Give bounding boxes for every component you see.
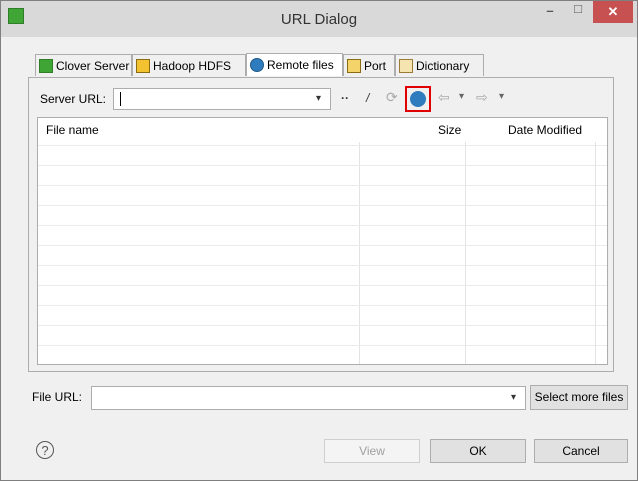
- tab-port[interactable]: Port: [343, 54, 395, 76]
- back-button[interactable]: ⇦: [438, 89, 450, 106]
- refresh-button[interactable]: ⟳: [386, 89, 398, 106]
- tab-label: Dictionary: [416, 58, 470, 73]
- table-row: [38, 225, 607, 226]
- server-url-label: Server URL:: [40, 92, 107, 106]
- close-button[interactable]: ✕: [593, 1, 633, 23]
- tab-label: Hadoop HDFS: [153, 58, 232, 73]
- file-url-label: File URL:: [32, 390, 83, 404]
- table-row: [38, 305, 607, 306]
- tab-label: Port: [364, 58, 387, 73]
- table-row: [38, 265, 607, 266]
- forward-menu-button[interactable]: ▾: [499, 91, 504, 102]
- column-divider: [595, 142, 596, 364]
- parent-dir-button[interactable]: ··: [341, 91, 349, 105]
- table-row: [38, 245, 607, 246]
- select-more-files-button[interactable]: Select more files: [530, 385, 628, 410]
- hdfs-icon: [136, 58, 150, 73]
- server-url-input[interactable]: ▾: [113, 88, 331, 110]
- table-row: [38, 205, 607, 206]
- view-button[interactable]: View: [324, 439, 420, 463]
- column-header-size[interactable]: Size: [438, 118, 461, 142]
- table-row: [38, 285, 607, 286]
- table-row: [38, 145, 607, 146]
- text-cursor: [120, 92, 121, 106]
- table-row: [38, 325, 607, 326]
- maximize-button[interactable]: □: [565, 1, 591, 23]
- title-bar: URL Dialog – □ ✕: [1, 1, 637, 37]
- column-header-file-name[interactable]: File name: [46, 118, 99, 142]
- table-row: [38, 345, 607, 346]
- clover-icon: [39, 58, 53, 73]
- highlight-box: [405, 86, 431, 112]
- port-icon: [347, 58, 361, 73]
- globe-icon: [250, 58, 264, 72]
- tab-hadoop-hdfs[interactable]: Hadoop HDFS: [132, 54, 246, 76]
- table-row: [38, 165, 607, 166]
- column-divider: [465, 142, 466, 364]
- file-table[interactable]: File name Size Date Modified: [37, 117, 608, 365]
- tab-label: Remote files: [267, 58, 334, 72]
- tab-clover-server[interactable]: Clover Server: [35, 54, 132, 76]
- tab-dictionary[interactable]: Dictionary: [395, 54, 484, 76]
- chevron-down-icon[interactable]: ▾: [511, 392, 516, 403]
- cancel-button[interactable]: Cancel: [534, 439, 628, 463]
- tab-remote-files[interactable]: Remote files: [246, 53, 343, 76]
- root-dir-button[interactable]: /: [366, 91, 369, 105]
- back-menu-button[interactable]: ▾: [459, 91, 464, 102]
- minimize-button[interactable]: –: [537, 3, 563, 25]
- column-header-date-modified[interactable]: Date Modified: [508, 118, 582, 142]
- help-icon[interactable]: ?: [36, 441, 54, 459]
- tab-label: Clover Server: [56, 58, 130, 73]
- ok-button[interactable]: OK: [430, 439, 526, 463]
- table-row: [38, 185, 607, 186]
- file-url-input[interactable]: ▾: [91, 386, 526, 410]
- column-divider: [359, 142, 360, 364]
- forward-button[interactable]: ⇨: [476, 89, 488, 106]
- chevron-down-icon[interactable]: ▾: [316, 93, 321, 104]
- dictionary-icon: [399, 58, 413, 73]
